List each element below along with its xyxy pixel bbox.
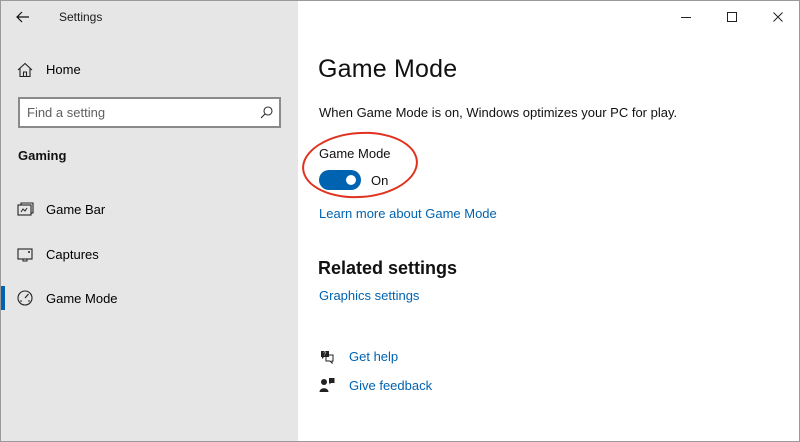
toggle-knob	[346, 175, 356, 185]
feedback-icon	[319, 378, 335, 392]
search-icon[interactable]	[259, 105, 274, 120]
get-help-row[interactable]: ? Get help	[319, 347, 519, 367]
sidebar-item-label: Game Mode	[46, 291, 118, 306]
help-chat-icon: ?	[321, 351, 334, 364]
sidebar-item-label: Game Bar	[46, 202, 106, 217]
section-title-gaming: Gaming	[18, 148, 67, 163]
page-title: Game Mode	[318, 55, 458, 83]
get-help-link[interactable]: Get help	[349, 349, 398, 364]
svg-text:?: ?	[323, 352, 326, 358]
graphics-settings-link[interactable]: Graphics settings	[319, 288, 419, 303]
sidebar-item-game-bar[interactable]: Game Bar	[1, 194, 298, 224]
main-content: Game Mode When Game Mode is on, Windows …	[298, 1, 799, 441]
window-controls	[663, 1, 799, 33]
app-title: Settings	[59, 10, 103, 24]
minimize-icon	[681, 17, 691, 18]
game-mode-icon	[17, 290, 33, 306]
search-input[interactable]	[27, 103, 252, 122]
maximize-icon	[727, 12, 737, 22]
sidebar-item-home[interactable]: Home	[1, 57, 298, 83]
minimize-button[interactable]	[663, 1, 709, 33]
back-button[interactable]	[11, 7, 35, 27]
titlebar-left: Settings	[1, 1, 298, 33]
maximize-button[interactable]	[709, 1, 755, 33]
sidebar-item-captures[interactable]: Captures	[1, 239, 298, 269]
back-arrow-icon	[16, 11, 29, 23]
annotation-circle	[299, 128, 421, 202]
home-label: Home	[46, 62, 81, 77]
game-mode-toggle[interactable]	[319, 170, 361, 190]
page-description: When Game Mode is on, Windows optimizes …	[319, 105, 678, 120]
selected-indicator	[1, 286, 5, 310]
close-button[interactable]	[755, 1, 799, 33]
related-settings-title: Related settings	[318, 258, 458, 278]
close-icon	[773, 12, 783, 22]
learn-more-link[interactable]: Learn more about Game Mode	[319, 206, 497, 221]
captures-icon	[17, 248, 33, 262]
give-feedback-link[interactable]: Give feedback	[349, 378, 432, 393]
search-box[interactable]	[18, 97, 281, 128]
toggle-state-text: On	[371, 173, 389, 188]
give-feedback-row[interactable]: Give feedback	[319, 376, 519, 396]
sidebar-item-game-mode[interactable]: Game Mode	[1, 283, 298, 313]
sidebar: Settings Home Gaming Game Bar	[1, 1, 298, 441]
settings-window: Settings Home Gaming Game Bar	[0, 0, 800, 442]
game-mode-toggle-label: Game Mode	[319, 146, 391, 161]
game-bar-icon	[17, 202, 34, 216]
sidebar-item-label: Captures	[46, 247, 99, 262]
home-icon	[17, 62, 33, 78]
